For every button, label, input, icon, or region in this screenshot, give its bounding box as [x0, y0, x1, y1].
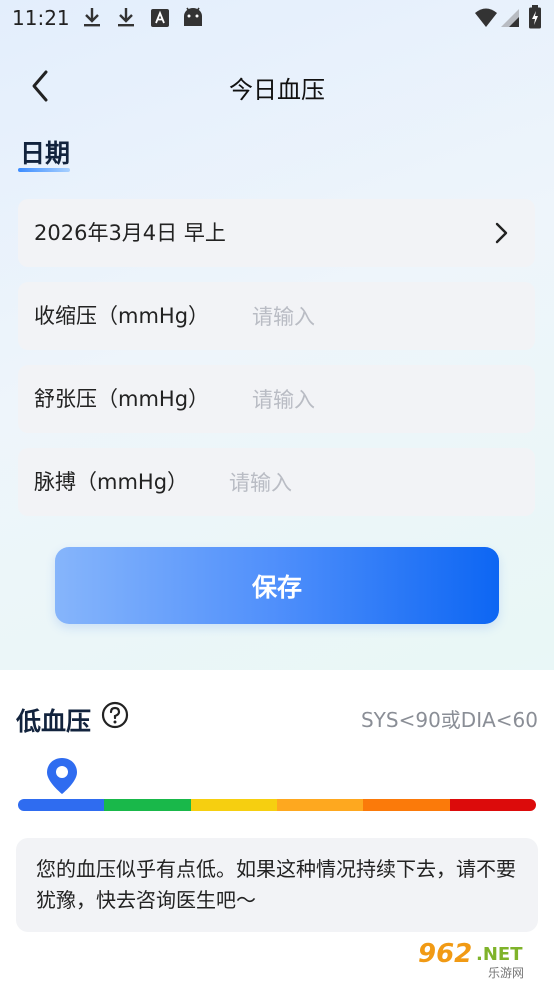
pulse-input[interactable]	[227, 448, 525, 518]
advice-card: 您的血压似乎有点低。如果这种情况持续下去，请不要犹豫，快去咨询医生吧～	[16, 838, 538, 932]
systolic-input[interactable]	[250, 282, 525, 352]
download-icon	[118, 8, 134, 27]
a-notification-icon	[151, 9, 169, 27]
signal-icon	[501, 9, 519, 27]
location-pin-icon	[47, 758, 77, 794]
pulse-row: 脉搏（mmHg）	[18, 448, 535, 518]
bp-range-text: SYS<90或DIA<60	[360, 708, 538, 732]
diastolic-input[interactable]	[250, 365, 525, 435]
bp-scale-segment	[276, 799, 364, 811]
systolic-label: 收缩压（mmHg）	[34, 304, 210, 328]
download-icon	[84, 8, 100, 27]
pulse-label: 脉搏（mmHg）	[34, 470, 189, 494]
status-bar: 11:21	[0, 0, 554, 36]
bp-scale-segment	[363, 799, 450, 811]
section-title-date: 日期	[20, 139, 71, 168]
bp-scale-segment	[449, 799, 536, 811]
svg-text:962: 962	[418, 939, 472, 969]
chevron-right-icon	[495, 222, 508, 244]
bp-scale-segment	[104, 799, 191, 811]
watermark-logo: 962 .NET 乐游网	[418, 939, 524, 980]
diastolic-row: 舒张压（mmHg）	[18, 365, 535, 435]
systolic-row: 收缩压（mmHg）	[18, 282, 535, 352]
page-title: 今日血压	[229, 76, 325, 104]
advice-text: 您的血压似乎有点低。如果这种情况持续下去，请不要犹豫，快去咨询医生吧～	[36, 857, 516, 912]
android-icon	[184, 7, 202, 26]
date-value: 2026年3月4日 早上	[34, 221, 226, 245]
svg-text:.NET: .NET	[476, 944, 523, 965]
battery-charging-icon	[529, 5, 541, 29]
bp-status-title: 低血压	[16, 707, 92, 736]
diastolic-label: 舒张压（mmHg）	[34, 387, 210, 411]
question-icon[interactable]	[101, 701, 129, 729]
bp-scale-segment	[18, 799, 105, 811]
save-button[interactable]: 保存	[55, 547, 499, 624]
svg-text:乐游网: 乐游网	[488, 966, 524, 980]
date-picker-row[interactable]: 2026年3月4日 早上	[18, 199, 535, 267]
status-time: 11:21	[12, 6, 70, 30]
wifi-icon	[475, 8, 497, 27]
bp-scale-bar	[18, 799, 536, 811]
section-title-underline	[18, 168, 70, 172]
bp-scale-segment	[190, 799, 277, 811]
